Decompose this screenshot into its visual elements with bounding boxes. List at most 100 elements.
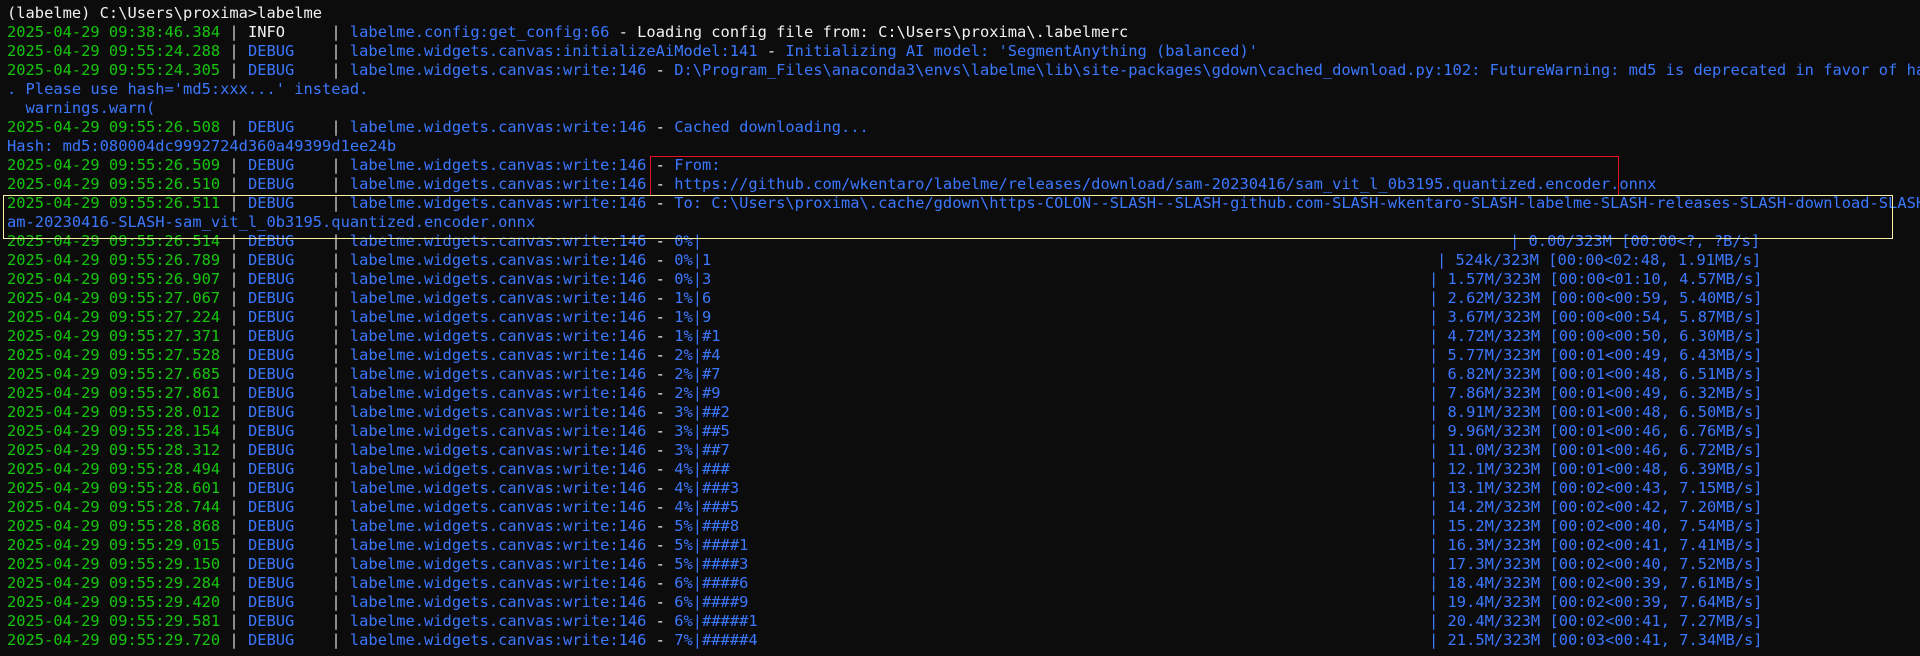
log-timestamp: 2025-04-29 09:55:29.581 [7,612,221,630]
log-level: DEBUG [247,612,323,630]
log-module: labelme.widgets.canvas:write:146 [349,270,647,288]
log-timestamp: 2025-04-29 09:55:26.789 [7,251,221,269]
progress-stats: | 524k/323M [00:00<02:48, 1.91MB/s] [1437,251,1762,269]
progress-line: 2025-04-29 09:55:29.420 | DEBUG | labelm… [7,593,1763,611]
progress-bar: 7%|#####4 [674,631,758,649]
progress-bar: 0%| [674,232,703,250]
log-timestamp: 2025-04-29 09:55:28.012 [7,403,221,421]
log-module: labelme.widgets.canvas:write:146 [349,156,647,174]
log-timestamp: 2025-04-29 09:55:28.601 [7,479,221,497]
log-timestamp: 2025-04-29 09:55:26.510 [7,175,221,193]
log-level: DEBUG [247,61,323,79]
log-timestamp: 2025-04-29 09:55:26.511 [7,194,221,212]
log-timestamp: 2025-04-29 09:38:46.384 [7,23,221,41]
progress-bar: 3%|##2 [674,403,730,421]
log-level: DEBUG [247,327,323,345]
log-level: DEBUG [247,555,323,573]
log-timestamp: 2025-04-29 09:55:27.528 [7,346,221,364]
progress-bar: 1%|6 [674,289,712,307]
progress-lines: 2025-04-29 09:55:26.514 | DEBUG | labelm… [7,232,1920,650]
progress-bar: 0%|3 [674,270,712,288]
log-level: DEBUG [247,403,323,421]
log-level: DEBUG [247,498,323,516]
log-timestamp: 2025-04-29 09:55:26.514 [7,232,221,250]
progress-bar: 1%|#1 [674,327,721,345]
warning-continuation: warnings.warn( [7,99,156,117]
log-timestamp: 2025-04-29 09:55:27.224 [7,308,221,326]
log-module: labelme.widgets.canvas:write:146 [349,403,647,421]
progress-stats: | 12.1M/323M [00:01<00:48, 6.39MB/s] [1429,460,1763,478]
progress-bar: 0%|1 [674,251,712,269]
log-level: DEBUG [247,441,323,459]
log-level: DEBUG [247,175,323,193]
log-module: labelme.widgets.canvas:write:146 [349,574,647,592]
progress-line: 2025-04-29 09:55:26.514 | DEBUG | labelm… [7,232,1761,250]
log-message-url: https://github.com/wkentaro/labelme/rele… [674,175,1657,193]
log-level: DEBUG [247,232,323,250]
progress-stats: | 13.1M/323M [00:02<00:43, 7.15MB/s] [1429,479,1763,497]
progress-bar: 2%|#4 [674,346,721,364]
log-line: 2025-04-29 09:55:24.288 | DEBUG | labelm… [7,42,1258,60]
log-timestamp: 2025-04-29 09:55:28.868 [7,517,221,535]
log-level: DEBUG [247,384,323,402]
log-timestamp: 2025-04-29 09:55:27.685 [7,365,221,383]
progress-bar: 3%|##7 [674,441,730,459]
log-level: DEBUG [247,118,323,136]
progress-stats: | 15.2M/323M [00:02<00:40, 7.54MB/s] [1429,517,1763,535]
progress-bar: 2%|#7 [674,365,721,383]
log-line: 2025-04-29 09:55:26.509 | DEBUG | labelm… [7,156,721,174]
progress-stats: | 8.91M/323M [00:01<00:48, 6.50MB/s] [1429,403,1763,421]
progress-stats: | 7.86M/323M [00:01<00:49, 6.32MB/s] [1429,384,1763,402]
warning-continuation: . Please use hash='md5:xxx...' instead. [7,80,369,98]
log-level: DEBUG [247,517,323,535]
log-module: labelme.config:get_config:66 [349,23,610,41]
progress-line: 2025-04-29 09:55:29.581 | DEBUG | labelm… [7,612,1763,630]
log-message: Cached downloading... [674,118,869,136]
terminal-window[interactable]: (labelme) C:\Users\proxima>labelme 2025-… [0,0,1920,656]
log-level: DEBUG [247,289,323,307]
log-module: labelme.widgets.canvas:write:146 [349,441,647,459]
progress-bar: 6%|####9 [674,593,749,611]
progress-stats: | 14.2M/323M [00:02<00:42, 7.20MB/s] [1429,498,1763,516]
progress-bar: 4%|###3 [674,479,740,497]
progress-bar: 6%|#####1 [674,612,758,630]
log-line: 2025-04-29 09:55:26.511 | DEBUG | labelm… [7,194,1920,213]
log-timestamp: 2025-04-29 09:55:28.312 [7,441,221,459]
log-module: labelme.widgets.canvas:write:146 [349,384,647,402]
log-line: 2025-04-29 09:55:26.510 | DEBUG | labelm… [7,175,1657,193]
progress-stats: | 1.57M/323M [00:00<01:10, 4.57MB/s] [1429,270,1763,288]
progress-bar: 4%|###5 [674,498,740,516]
log-timestamp: 2025-04-29 09:55:27.067 [7,289,221,307]
progress-bar: 6%|####6 [674,574,749,592]
progress-stats: | 20.4M/323M [00:02<00:41, 7.27MB/s] [1429,612,1763,630]
progress-line: 2025-04-29 09:55:28.154 | DEBUG | labelm… [7,422,1763,440]
log-timestamp: 2025-04-29 09:55:24.305 [7,61,221,79]
log-module: labelme.widgets.canvas:write:146 [349,61,647,79]
progress-line: 2025-04-29 09:55:27.685 | DEBUG | labelm… [7,365,1763,383]
log-module: labelme.widgets.canvas:write:146 [349,479,647,497]
log-timestamp: 2025-04-29 09:55:28.154 [7,422,221,440]
log-level: DEBUG [247,156,323,174]
log-level: DEBUG [247,251,323,269]
log-timestamp: 2025-04-29 09:55:27.861 [7,384,221,402]
progress-stats: | 2.62M/323M [00:00<00:59, 5.40MB/s] [1429,289,1763,307]
log-timestamp: 2025-04-29 09:55:29.015 [7,536,221,554]
log-level: DEBUG [247,308,323,326]
progress-stats: | 16.3M/323M [00:02<00:41, 7.41MB/s] [1429,536,1763,554]
log-message: From: [674,156,721,174]
progress-line: 2025-04-29 09:55:27.224 | DEBUG | labelm… [7,308,1763,326]
log-timestamp: 2025-04-29 09:55:26.907 [7,270,221,288]
log-level: INFO [247,23,323,41]
progress-bar: 4%|### [674,460,730,478]
log-timestamp: 2025-04-29 09:55:27.371 [7,327,221,345]
prompt-line: (labelme) C:\Users\proxima>labelme [7,4,323,22]
log-module: labelme.widgets.canvas:write:146 [349,517,647,535]
progress-stats: | 6.82M/323M [00:01<00:48, 6.51MB/s] [1429,365,1763,383]
log-level: DEBUG [247,346,323,364]
progress-line: 2025-04-29 09:55:29.150 | DEBUG | labelm… [7,555,1763,573]
log-module: labelme.widgets.canvas:write:146 [349,251,647,269]
progress-stats: | 17.3M/323M [00:02<00:40, 7.52MB/s] [1429,555,1763,573]
log-module: labelme.widgets.canvas:write:146 [349,422,647,440]
log-level: DEBUG [247,42,323,60]
log-module: labelme.widgets.canvas:write:146 [349,536,647,554]
